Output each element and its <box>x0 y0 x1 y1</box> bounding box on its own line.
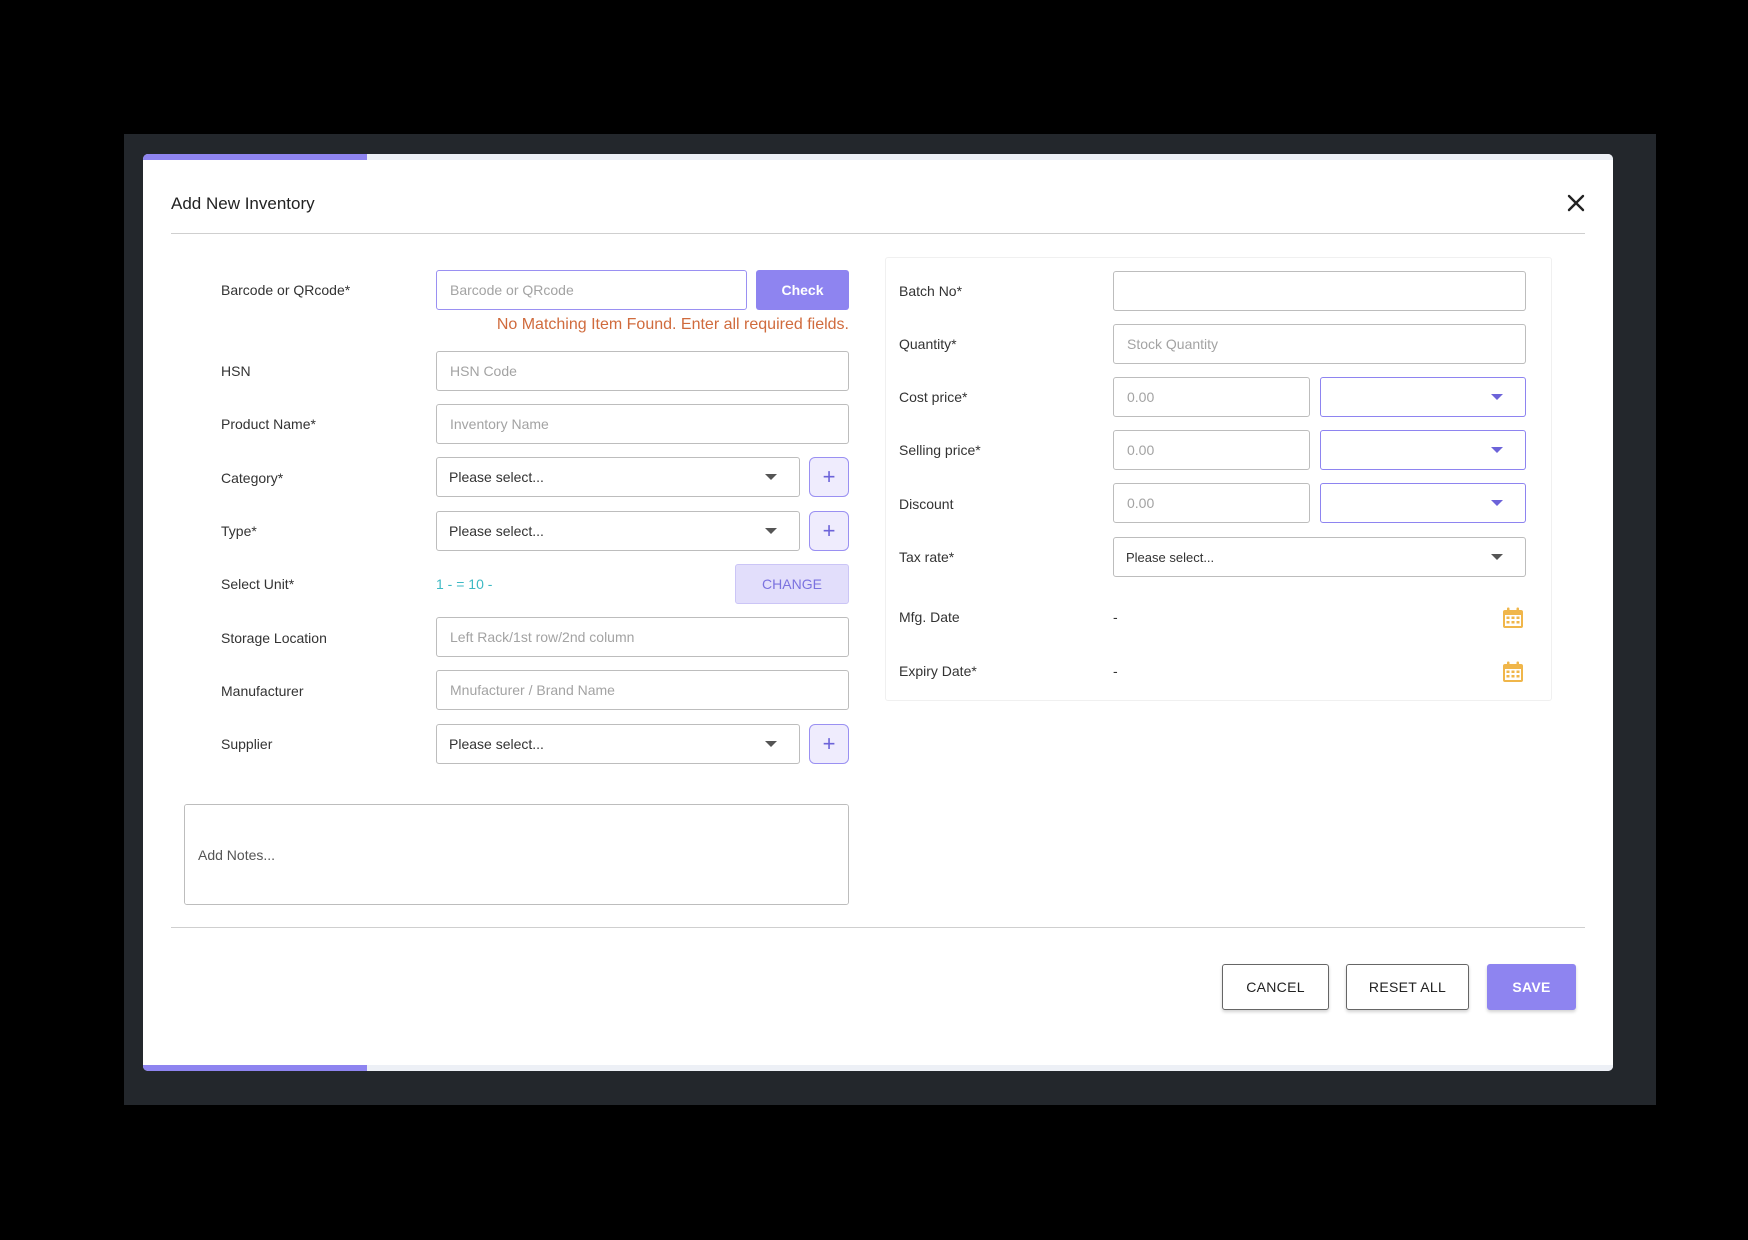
discount-input[interactable] <box>1113 483 1310 523</box>
quantity-input[interactable] <box>1113 324 1526 364</box>
notes-textarea[interactable] <box>184 804 849 905</box>
product-name-label: Product Name* <box>221 416 316 432</box>
chevron-down-icon <box>1491 554 1503 560</box>
bottom-progress-track <box>367 1065 1613 1071</box>
barcode-label: Barcode or QRcode* <box>221 282 351 298</box>
discount-label: Discount <box>899 496 954 512</box>
check-button[interactable]: Check <box>756 270 849 310</box>
category-label: Category* <box>221 470 284 486</box>
cancel-button[interactable]: CANCEL <box>1222 964 1329 1010</box>
manufacturer-label: Manufacturer <box>221 683 304 699</box>
supplier-select[interactable]: Please select... <box>436 724 800 764</box>
storage-location-input[interactable] <box>436 617 849 657</box>
reset-all-button[interactable]: RESET ALL <box>1346 964 1469 1010</box>
supplier-label: Supplier <box>221 736 273 752</box>
manufacturer-input[interactable] <box>436 670 849 710</box>
tax-rate-select[interactable]: Please select... <box>1113 537 1526 577</box>
category-select-value: Please select... <box>449 469 544 485</box>
footer-divider <box>171 927 1585 928</box>
top-progress-bar <box>143 154 367 160</box>
close-icon[interactable] <box>1561 188 1591 218</box>
tax-rate-label: Tax rate* <box>899 549 955 565</box>
error-message: No Matching Item Found. Enter all requir… <box>496 316 849 333</box>
unit-value: 1 - = 10 - <box>436 576 493 592</box>
hsn-label: HSN <box>221 363 251 379</box>
add-type-button[interactable]: + <box>809 511 849 551</box>
chevron-down-icon <box>1491 394 1503 400</box>
top-progress-track <box>367 154 1613 160</box>
hsn-input[interactable] <box>436 351 849 391</box>
calendar-icon[interactable] <box>1501 660 1525 684</box>
type-label: Type* <box>221 523 257 539</box>
selling-price-unit-select[interactable] <box>1320 430 1526 470</box>
dialog-title: Add New Inventory <box>171 194 315 213</box>
pricing-panel: Batch No* Quantity* Cost price* Selling … <box>885 257 1552 701</box>
save-button[interactable]: SAVE <box>1487 964 1576 1010</box>
supplier-select-value: Please select... <box>449 736 544 752</box>
product-name-input[interactable] <box>436 404 849 444</box>
expiry-date-label: Expiry Date* <box>899 663 977 679</box>
selling-price-input[interactable] <box>1113 430 1310 470</box>
category-select[interactable]: Please select... <box>436 457 800 497</box>
quantity-label: Quantity* <box>899 336 957 352</box>
cost-price-label: Cost price* <box>899 389 968 405</box>
selling-price-label: Selling price* <box>899 442 981 458</box>
header-divider <box>171 233 1585 234</box>
add-category-button[interactable]: + <box>809 457 849 497</box>
cost-price-unit-select[interactable] <box>1320 377 1526 417</box>
batch-no-label: Batch No* <box>899 283 963 299</box>
expiry-date-value[interactable]: - <box>1113 663 1118 679</box>
select-unit-label: Select Unit* <box>221 576 295 592</box>
chevron-down-icon <box>1491 500 1503 506</box>
add-inventory-dialog: Add New Inventory Barcode or QRcode* Che… <box>143 154 1613 1071</box>
cost-price-input[interactable] <box>1113 377 1310 417</box>
barcode-input[interactable] <box>436 270 747 310</box>
type-select[interactable]: Please select... <box>436 511 800 551</box>
chevron-down-icon <box>765 474 777 480</box>
discount-unit-select[interactable] <box>1320 483 1526 523</box>
batch-no-input[interactable] <box>1113 271 1526 311</box>
chevron-down-icon <box>1491 447 1503 453</box>
type-select-value: Please select... <box>449 523 544 539</box>
chevron-down-icon <box>765 528 777 534</box>
mfg-date-value[interactable]: - <box>1113 609 1118 625</box>
bottom-progress-bar <box>143 1065 367 1071</box>
calendar-icon[interactable] <box>1501 606 1525 630</box>
tax-rate-select-value: Please select... <box>1126 550 1215 565</box>
add-supplier-button[interactable]: + <box>809 724 849 764</box>
chevron-down-icon <box>765 741 777 747</box>
storage-location-label: Storage Location <box>221 630 327 646</box>
change-unit-button[interactable]: CHANGE <box>735 564 849 604</box>
mfg-date-label: Mfg. Date <box>899 609 960 625</box>
